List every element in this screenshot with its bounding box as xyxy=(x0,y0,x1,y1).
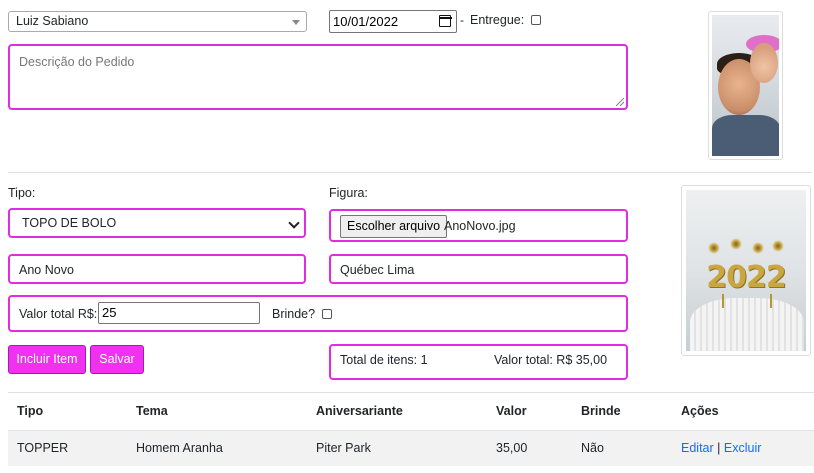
header-brinde: Brinde xyxy=(581,404,621,418)
header-tema: Tema xyxy=(136,404,168,418)
file-name: AnoNovo.jpg xyxy=(444,219,516,233)
client-photo-image xyxy=(712,15,779,156)
figura-label: Figura: xyxy=(329,186,368,200)
description-textarea[interactable]: Descrição do Pedido xyxy=(8,44,628,110)
valor-brinde-group: Valor total R$: 25 Brinde? xyxy=(8,295,628,332)
aniversariante-input-value: Québec Lima xyxy=(340,263,415,277)
chevron-down-icon xyxy=(292,20,300,25)
resize-handle[interactable] xyxy=(616,98,624,106)
entregue-label: Entregue: xyxy=(470,13,525,27)
cake-shape xyxy=(690,298,804,351)
figura-file-input[interactable]: Escolher arquivo AnoNovo.jpg xyxy=(329,209,628,242)
choose-file-button[interactable]: Escolher arquivo xyxy=(340,215,448,238)
topper-stick xyxy=(722,294,724,308)
cell-aniversariante: Piter Park xyxy=(316,441,371,455)
total-itens: Total de itens: 1 xyxy=(340,353,428,367)
header-tipo: Tipo xyxy=(17,404,44,418)
cell-brinde: Não xyxy=(581,441,604,455)
cell-tema: Homem Aranha xyxy=(136,441,223,455)
sparkle-decor xyxy=(752,242,764,254)
salvar-button[interactable]: Salvar xyxy=(90,345,144,374)
sparkle-decor xyxy=(708,242,720,254)
delete-link[interactable]: Excluir xyxy=(724,441,762,455)
incluir-item-button[interactable]: Incluir Item xyxy=(8,345,86,374)
tipo-select[interactable]: TOPO DE BOLO xyxy=(8,208,306,238)
chevron-down-icon xyxy=(288,217,300,229)
valor-total: Valor total: R$ 35,00 xyxy=(494,353,608,367)
calendar-icon[interactable] xyxy=(438,15,452,27)
entregue-field: Entregue: xyxy=(470,13,541,27)
cell-acoes: Editar | Excluir xyxy=(681,441,761,455)
figura-preview-image: 2022 xyxy=(686,190,806,351)
cell-tipo: TOPPER xyxy=(17,441,69,455)
entregue-checkbox[interactable] xyxy=(530,15,541,25)
date-input-value: 10/01/2022 xyxy=(333,14,399,29)
tipo-select-value: TOPO DE BOLO xyxy=(22,216,117,230)
brinde-checkbox[interactable] xyxy=(321,309,332,319)
valor-label: Valor total R$: xyxy=(19,307,98,321)
topper-2022: 2022 xyxy=(706,260,787,295)
sparkle-decor xyxy=(772,240,784,252)
photo-shirt xyxy=(712,115,779,156)
section-divider xyxy=(8,172,812,173)
tema-input[interactable]: Ano Novo xyxy=(8,254,306,284)
description-placeholder: Descrição do Pedido xyxy=(19,55,135,69)
action-separator: | xyxy=(717,441,721,455)
photo-child xyxy=(750,43,778,83)
figura-preview: 2022 xyxy=(681,185,811,356)
client-photo xyxy=(708,11,783,160)
aniversariante-input[interactable]: Québec Lima xyxy=(329,254,628,284)
header-aniversariante: Aniversariante xyxy=(316,404,403,418)
valor-input[interactable]: 25 xyxy=(98,302,260,324)
totals-summary: Total de itens: 1 Valor total: R$ 35,00 xyxy=(329,344,628,380)
client-select[interactable]: Luiz Sabiano xyxy=(8,11,307,32)
client-select-value: Luiz Sabiano xyxy=(16,14,89,28)
header-valor: Valor xyxy=(496,404,527,418)
edit-link[interactable]: Editar xyxy=(681,441,714,455)
header-acoes: Ações xyxy=(681,404,719,418)
tipo-label: Tipo: xyxy=(8,186,36,200)
brinde-field: Brinde? xyxy=(272,307,332,321)
topper-stick xyxy=(770,294,772,308)
cell-valor: 35,00 xyxy=(496,441,528,455)
date-input[interactable]: 10/01/2022 xyxy=(329,10,457,33)
valor-input-value: 25 xyxy=(102,305,117,320)
brinde-label: Brinde? xyxy=(272,307,316,321)
tema-input-value: Ano Novo xyxy=(19,263,74,277)
date-separator: - xyxy=(460,13,464,27)
table-top-border xyxy=(8,392,814,393)
sparkle-decor xyxy=(730,238,742,250)
